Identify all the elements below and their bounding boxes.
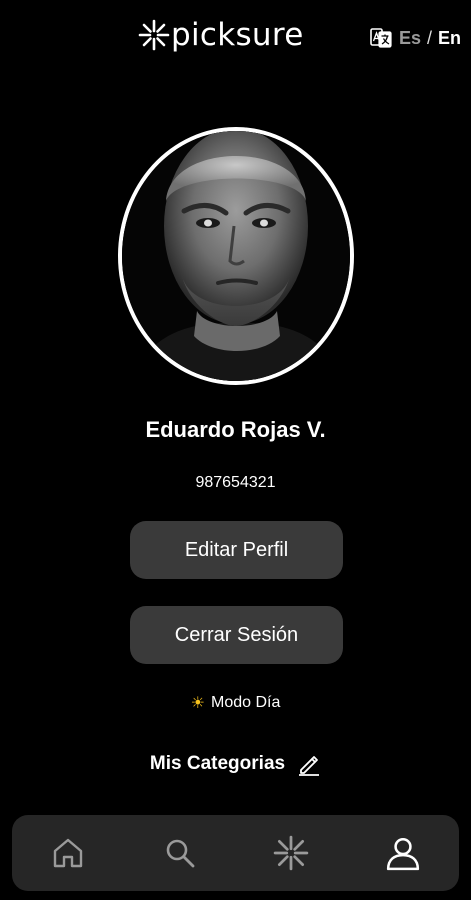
brand-name: picksure [171, 16, 304, 53]
nav-home[interactable] [38, 823, 98, 883]
picksure-star-icon [274, 835, 309, 871]
search-icon [166, 839, 195, 868]
user-icon [387, 837, 420, 871]
app-header: picksure Es / En [0, 0, 471, 75]
profile-phone: 987654321 [195, 474, 276, 491]
profile-photo [122, 131, 350, 381]
language-separator: / [426, 27, 432, 48]
brand-logo: picksure [137, 18, 304, 52]
day-mode-toggle[interactable]: ☀ Modo Día [0, 693, 471, 713]
nav-picksure[interactable] [261, 823, 321, 883]
avatar[interactable] [118, 127, 354, 385]
translate-icon [370, 28, 392, 48]
picksure-star-icon [138, 19, 170, 51]
profile-name: Eduardo Rojas V. [145, 417, 326, 442]
home-icon [53, 838, 83, 868]
categories-title: Mis Categorias [149, 753, 286, 774]
logout-button[interactable]: Cerrar Sesión [130, 606, 343, 664]
sun-icon: ☀ [190, 695, 205, 712]
nav-search[interactable] [150, 823, 210, 883]
pencil-icon[interactable] [297, 752, 321, 776]
language-en[interactable]: En [438, 28, 461, 49]
nav-profile[interactable] [373, 823, 433, 883]
edit-profile-button[interactable]: Editar Perfil [130, 521, 343, 579]
language-switcher[interactable]: Es / En [369, 26, 461, 50]
day-mode-label: Modo Día [210, 694, 281, 711]
language-es[interactable]: Es [399, 28, 421, 49]
bottom-nav [12, 815, 459, 891]
categories-header: Mis Categorias [0, 752, 471, 776]
